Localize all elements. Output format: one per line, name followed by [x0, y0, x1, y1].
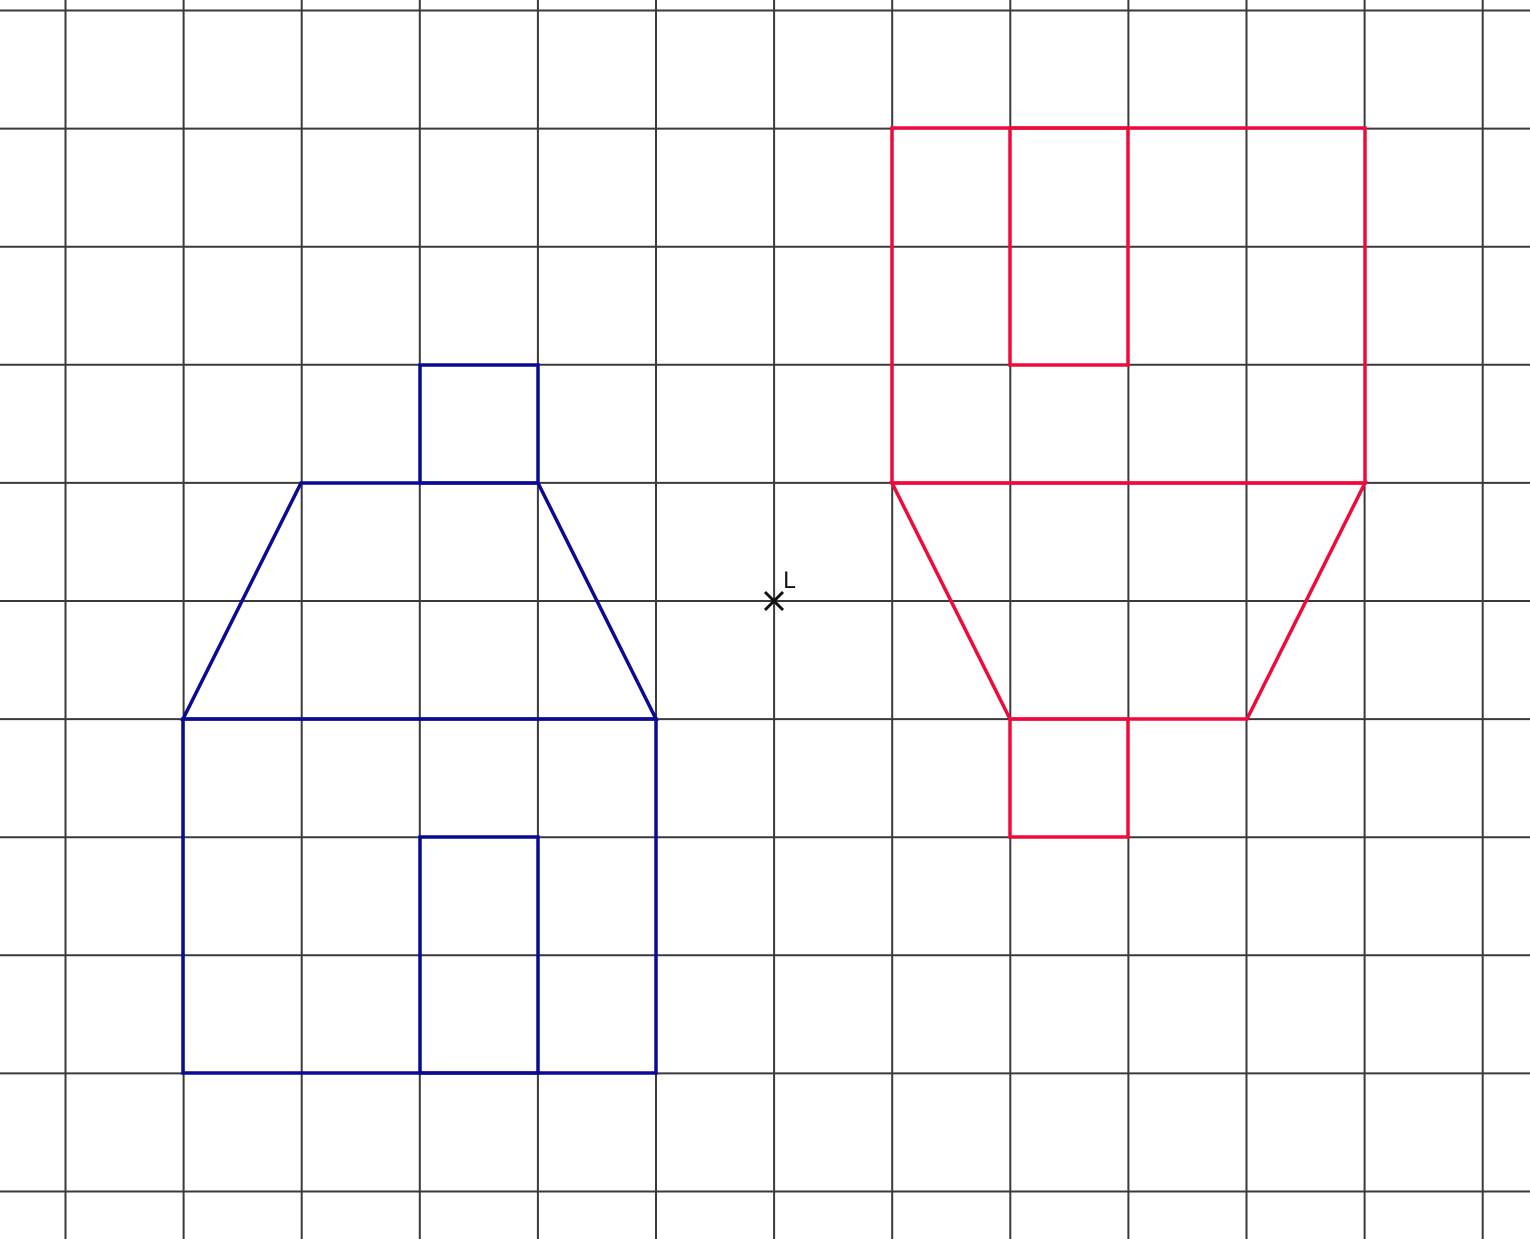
image-chimney: [1008, 717, 1130, 839]
center-of-rotation: L: [763, 569, 796, 612]
transformation-diagram: L: [0, 0, 1530, 1239]
center-label: L: [783, 569, 796, 594]
rotated-house-shape: [889, 126, 1368, 839]
square-grid: [0, 0, 1530, 1239]
original-house-shape: [180, 363, 659, 1075]
original-chimney: [418, 363, 540, 485]
